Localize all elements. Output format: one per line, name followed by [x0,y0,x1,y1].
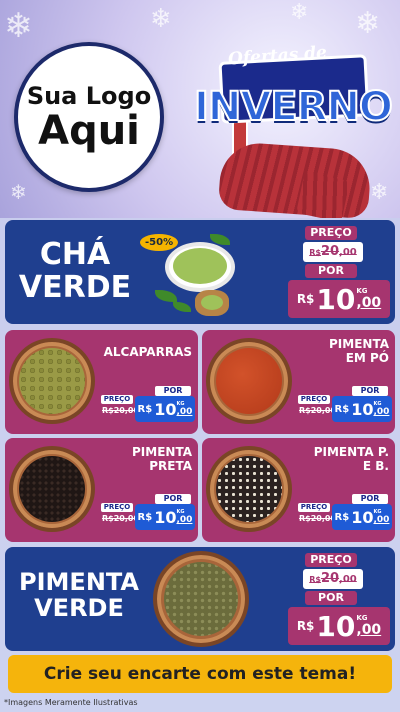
new-price: R$ 10 KG ,00 [332,504,392,530]
price-currency: R$ [296,292,315,306]
green-pepper-fill [164,562,238,636]
price-unit: KG [356,287,368,295]
por-label: POR [155,386,191,396]
old-price-dec: ,00 [339,574,357,585]
matcha-powder [173,248,227,284]
new-price: R$ 10 KG ,00 [135,504,195,530]
price-currency: R$ [137,511,153,523]
new-price: R$ 10 KG ,00 [288,280,390,318]
product-card-pimenta-p-e-b[interactable]: PIMENTA P. E B. POR PREÇO R$20,00 R$ 10 … [202,438,395,542]
scarf-tail-illustration [296,171,350,218]
old-price-int: 20 [320,571,340,586]
price-currency: R$ [334,511,350,523]
logo-placeholder[interactable]: Sua Logo Aqui [14,42,164,192]
price-dec: ,00 [356,622,382,638]
old-price-currency: R$ [309,248,321,257]
price-int: 10 [316,609,356,643]
old-price: R$20,00 [102,514,140,523]
old-price-currency: R$ [309,575,321,584]
price-dec: ,00 [373,407,390,417]
tea-leaf-icon [155,290,177,302]
por-label: POR [352,494,388,504]
preco-label: PREÇO [298,395,330,404]
promo-title: INVERNO [193,83,394,131]
matcha-in-spoon [201,295,223,310]
product-title: ALCAPARRAS [92,345,192,360]
product-title: PIMENTA EM PÓ [289,337,389,366]
product-card-pimenta-preta[interactable]: PIMENTA PRETA PREÇO R$20,00 POR R$ 10 KG… [5,438,198,542]
product-title: PIMENTA P. E B. [289,445,389,474]
price-dec: ,00 [176,407,193,417]
price-int: 10 [351,399,374,419]
logo-text-line1: Sua Logo [26,82,152,110]
header-banner: ❄ ❄ ❄ ❄ ❄ ❄ Sua Logo Aqui Ofertas de INV… [0,0,400,218]
product-title-line1: CHÁ [39,237,111,272]
product-card-alcaparras[interactable]: ALCAPARRAS POR PREÇO R$20,00 R$ 10 KG ,0… [5,330,198,434]
price-dec: ,00 [176,515,193,525]
por-label: POR [305,591,357,605]
old-price: R$20,00 [303,242,363,262]
old-price-dec: ,00 [339,247,357,258]
product-title: CHÁ VERDE [15,238,135,304]
product-title-line1: PIMENTA P. [313,445,389,459]
snowflake-icon: ❄ [290,0,309,25]
footer-disclaimer: *Imagens Meramente Ilustrativas [4,698,138,707]
product-title-line1: PIMENTA [132,445,192,459]
product-title-line2: E B. [362,458,389,473]
old-price: R$20,00 [299,514,337,523]
mixed-pepper-fill [216,456,282,522]
cta-banner[interactable]: Crie seu encarte com este tema! [8,655,392,693]
product-title-line2: VERDE [34,594,124,623]
price-int: 10 [154,507,177,527]
new-price: R$ 10 KG ,00 [288,607,390,645]
snowflake-icon: ❄ [355,6,381,41]
snowflake-icon: ❄ [370,180,389,205]
old-price: R$20,00 [303,569,363,589]
black-pepper-fill [19,456,85,522]
price-unit: KG [356,614,368,622]
preco-label: PREÇO [305,553,357,567]
price-int: 10 [316,282,356,316]
preco-label: PREÇO [305,226,357,240]
scarf-illustration [217,140,373,218]
old-price: R$20,00 [102,406,140,415]
product-title-line1: PIMENTA [329,337,389,351]
product-title-line2: PRETA [149,458,192,473]
price-int: 10 [154,399,177,419]
product-card-pimenta-em-po[interactable]: PIMENTA EM PÓ POR PREÇO R$20,00 R$ 10 KG… [202,330,395,434]
preco-label: PREÇO [101,395,133,404]
por-label: POR [352,386,388,396]
old-price: R$20,00 [299,406,337,415]
price-dec: ,00 [373,515,390,525]
product-title: PIMENTA PRETA [92,445,192,474]
price-currency: R$ [296,619,315,633]
price-dec: ,00 [356,295,382,311]
product-title-line1: PIMENTA [19,568,139,596]
price-currency: R$ [137,403,153,415]
discount-badge: -50% [140,234,179,251]
capers-fill [19,348,85,414]
product-title-line2: VERDE [18,270,132,305]
new-price: R$ 10 KG ,00 [332,396,392,422]
preco-label: PREÇO [298,503,330,512]
featured-card-cha-verde[interactable]: CHÁ VERDE PREÇO R$20,00 POR R$ 10 KG ,00… [5,220,395,324]
preco-label: PREÇO [101,503,133,512]
por-label: POR [305,264,357,278]
snowflake-icon: ❄ [150,4,172,34]
paprika-fill [216,348,282,414]
logo-text-line2: Aqui [38,108,140,154]
new-price: R$ 10 KG ,00 [135,396,195,422]
tea-leaf-icon [173,302,191,312]
por-label: POR [155,494,191,504]
snowflake-icon: ❄ [10,180,27,204]
featured-card-pimenta-verde[interactable]: PIMENTA VERDE PREÇO R$20,00 POR R$ 10 KG… [5,547,395,651]
price-int: 10 [351,507,374,527]
price-currency: R$ [334,403,350,415]
product-title: PIMENTA VERDE [9,569,149,622]
product-title-line2: EM PÓ [345,350,389,365]
product-title-line1: ALCAPARRAS [103,345,192,359]
old-price-int: 20 [320,244,340,259]
snowflake-icon: ❄ [4,6,33,46]
